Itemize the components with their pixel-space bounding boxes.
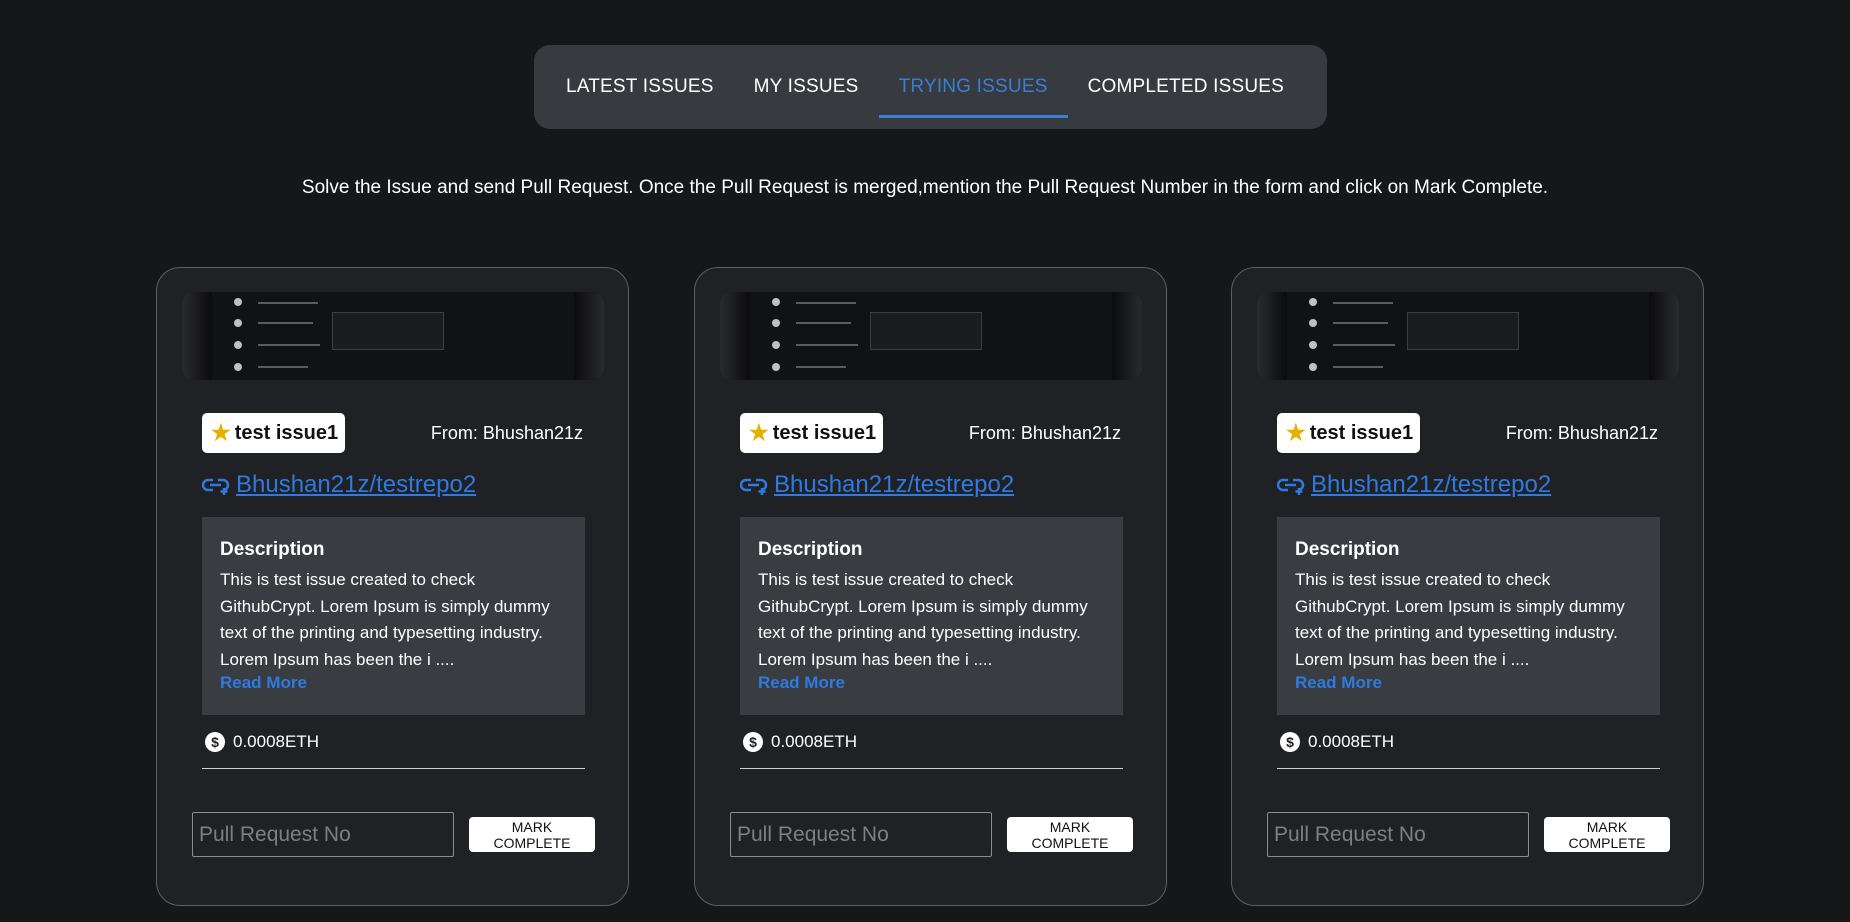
read-more-link[interactable]: Read More (758, 673, 845, 693)
dollar-coin-icon: $ (205, 732, 225, 752)
description-heading: Description (220, 539, 325, 560)
bounty-price: $ 0.0008ETH (205, 732, 319, 752)
star-icon: ★ (211, 420, 231, 445)
read-more-link[interactable]: Read More (1295, 673, 1382, 693)
issue-screenshot-thumbnail (1257, 292, 1679, 380)
pull-request-input[interactable] (730, 812, 992, 857)
repo-link[interactable]: Bhushan21z/testrepo2 (202, 471, 476, 499)
mark-complete-button[interactable]: MARK COMPLETE (1007, 817, 1133, 852)
divider (740, 768, 1123, 769)
price-value: 0.0008ETH (771, 732, 857, 751)
issue-card: ★ test issue1 From: Bhushan21z Bhushan21… (1231, 267, 1704, 906)
mark-complete-button[interactable]: MARK COMPLETE (469, 817, 595, 852)
repo-name: Bhushan21z/testrepo2 (774, 471, 1015, 498)
issue-title: test issue1 (234, 421, 339, 444)
mark-complete-button[interactable]: MARK COMPLETE (1544, 817, 1670, 852)
star-icon: ★ (1286, 420, 1306, 445)
issue-title: test issue1 (1309, 421, 1414, 444)
link-icon (202, 478, 230, 495)
issue-tabs: LATEST ISSUES MY ISSUES TRYING ISSUES CO… (534, 45, 1327, 129)
bounty-price: $ 0.0008ETH (1280, 732, 1394, 752)
issue-title-badge: ★ test issue1 (202, 413, 346, 453)
divider (202, 768, 585, 769)
dollar-coin-icon: $ (1280, 732, 1300, 752)
repo-name: Bhushan21z/testrepo2 (1311, 471, 1552, 498)
repo-link[interactable]: Bhushan21z/testrepo2 (740, 471, 1014, 499)
issue-card: ★ test issue1 From: Bhushan21z Bhushan21… (694, 267, 1167, 906)
description-text: This is test issue created to check Gith… (1295, 570, 1625, 669)
description-text: This is test issue created to check Gith… (758, 570, 1088, 669)
issue-author: From: Bhushan21z (430, 423, 583, 443)
issue-author: From: Bhushan21z (968, 423, 1121, 443)
description-text: This is test issue created to check Gith… (220, 570, 550, 669)
repo-name: Bhushan21z/testrepo2 (236, 471, 477, 498)
link-icon (740, 478, 768, 495)
tab-my-issues[interactable]: MY ISSUES (734, 45, 879, 129)
pull-request-input[interactable] (192, 812, 454, 857)
tab-trying-issues[interactable]: TRYING ISSUES (878, 45, 1068, 129)
divider (1277, 768, 1660, 769)
repo-link[interactable]: Bhushan21z/testrepo2 (1277, 471, 1551, 499)
price-value: 0.0008ETH (233, 732, 319, 751)
issue-title-badge: ★ test issue1 (1277, 413, 1421, 453)
description-heading: Description (1295, 539, 1400, 560)
bounty-price: $ 0.0008ETH (743, 732, 857, 752)
price-value: 0.0008ETH (1308, 732, 1394, 751)
description-box: Description This is test issue created t… (740, 517, 1123, 715)
dollar-coin-icon: $ (743, 732, 763, 752)
issue-author: From: Bhushan21z (1505, 423, 1658, 443)
instructions-text: Solve the Issue and send Pull Request. O… (301, 177, 1549, 198)
issue-title-badge: ★ test issue1 (740, 413, 884, 453)
read-more-link[interactable]: Read More (220, 673, 307, 693)
issue-card: ★ test issue1 From: Bhushan21z Bhushan21… (156, 267, 629, 906)
pull-request-input[interactable] (1267, 812, 1529, 857)
description-heading: Description (758, 539, 863, 560)
link-icon (1277, 478, 1305, 495)
issue-title: test issue1 (772, 421, 877, 444)
tab-latest-issues[interactable]: LATEST ISSUES (566, 45, 734, 129)
tab-completed-issues[interactable]: COMPLETED ISSUES (1068, 45, 1304, 129)
description-box: Description This is test issue created t… (1277, 517, 1660, 715)
description-box: Description This is test issue created t… (202, 517, 585, 715)
issue-screenshot-thumbnail (720, 292, 1142, 380)
issue-screenshot-thumbnail (182, 292, 604, 380)
star-icon: ★ (749, 420, 769, 445)
